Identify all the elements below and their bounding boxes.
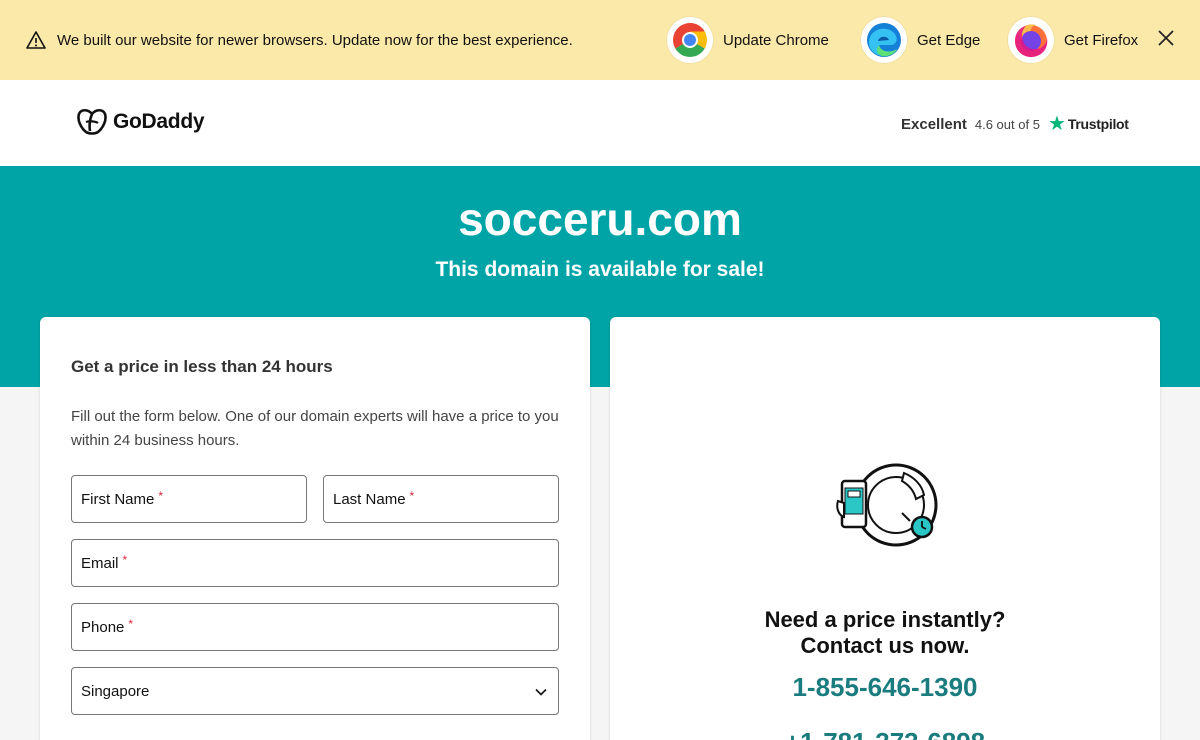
warning-icon [26,31,46,49]
phone-label: Phone [81,618,125,636]
country-select[interactable]: Singapore [71,667,559,715]
for-sale-subtitle: This domain is available for sale! [435,258,765,281]
trustpilot-rating-word: Excellent [901,115,967,133]
required-mark: * [409,489,415,503]
form-title: Get a price in less than 24 hours [71,357,333,376]
get-firefox-label: Get Firefox [1064,31,1139,49]
last-name-label: Last Name [333,490,406,508]
chrome-icon [667,17,713,63]
first-name-label: First Name [81,490,155,508]
instant-price-heading-line2: Contact us now. [800,633,970,658]
edge-icon [861,17,907,63]
close-icon[interactable] [1156,28,1176,48]
update-chrome-label: Update Chrome [723,31,829,49]
phone-number-link[interactable]: 1-855-646-1390 [610,672,1160,703]
logo-text: GoDaddy [113,110,205,133]
last-name-field[interactable]: Last Name * [323,475,559,523]
phone-number-link[interactable]: +1-781-373-6898 [610,727,1160,740]
country-selected-value: Singapore [81,682,150,700]
trustpilot-score: 4.6 out of 5 [974,116,1040,132]
first-name-field[interactable]: First Name * [71,475,307,523]
required-mark: * [158,489,164,503]
phone-and-clock-illustration [836,463,938,547]
form-description: Fill out the form below. One of our doma… [71,408,559,449]
phone-field[interactable]: Phone * [71,603,559,651]
get-firefox-link[interactable]: Get Firefox [1008,16,1138,64]
domain-name: socceru.com [458,193,742,245]
instant-price-heading: Need a price instantly? Contact us now. [610,607,1160,659]
godaddy-logo[interactable]: GoDaddy [77,108,205,136]
browser-update-banner: We built our website for newer browsers.… [0,0,1200,80]
godaddy-logo-icon [77,108,107,135]
required-mark: * [122,553,128,567]
required-mark: * [128,617,134,631]
firefox-icon [1008,17,1054,63]
get-edge-label: Get Edge [917,31,981,49]
trustpilot-rating[interactable]: Excellent 4.6 out of 5 ★ Trustpilot [901,114,1129,134]
contact-card: Need a price instantly? Contact us now. … [610,317,1160,740]
email-label: Email [81,554,119,572]
instant-price-heading-line1: Need a price instantly? [764,607,1006,632]
star-icon: ★ [1047,113,1066,135]
trustpilot-brand: Trustpilot [1067,116,1129,132]
email-field[interactable]: Email * [71,539,559,587]
chevron-down-icon [535,688,547,696]
get-edge-link[interactable]: Get Edge [861,16,980,64]
update-chrome-link[interactable]: Update Chrome [667,16,829,64]
banner-message: We built our website for newer browsers.… [57,32,573,49]
price-request-card: Get a price in less than 24 hours Fill o… [40,317,590,740]
